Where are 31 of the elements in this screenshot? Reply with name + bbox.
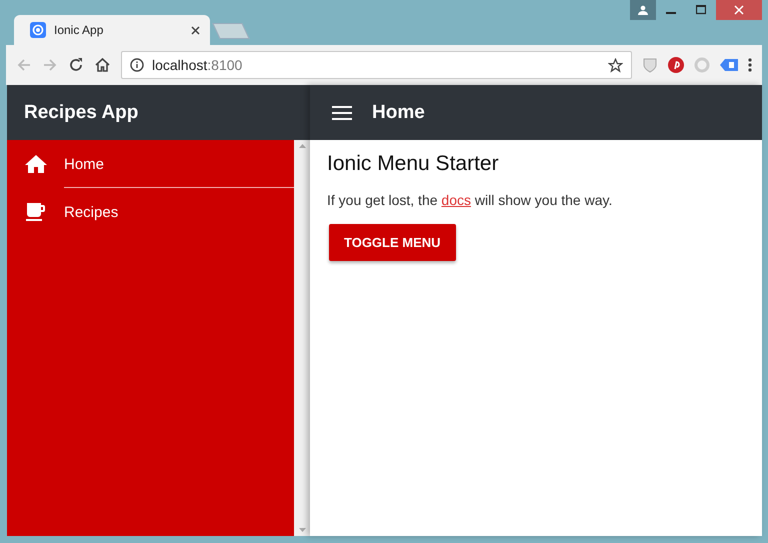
star-icon[interactable] — [608, 58, 623, 72]
close-icon[interactable] — [191, 26, 200, 34]
menu-icon[interactable] — [332, 106, 352, 120]
browser-tab[interactable]: Ionic App — [14, 15, 210, 45]
address-bar[interactable]: localhost:8100 — [121, 51, 632, 79]
url-port: :8100 — [207, 57, 242, 73]
cup-icon — [24, 200, 48, 224]
menu-item[interactable]: Home — [7, 140, 294, 188]
minimize-icon — [666, 12, 676, 14]
info-icon[interactable] — [130, 58, 144, 72]
home-icon — [24, 152, 48, 176]
more-icon[interactable] — [748, 57, 752, 73]
menu-title: Recipes App — [7, 85, 310, 140]
profile-button[interactable] — [630, 0, 656, 20]
maximize-icon — [696, 5, 706, 15]
close-icon — [734, 5, 744, 15]
home-icon[interactable] — [94, 57, 111, 73]
paragraph: If you get lost, the docs will show you the way. — [327, 192, 614, 208]
heading: Ionic Menu Starter — [327, 152, 500, 176]
docs-link[interactable]: docs — [441, 192, 471, 208]
menu-item[interactable]: Recipes — [7, 188, 294, 236]
tab-title: Ionic App — [54, 23, 104, 37]
tag-icon[interactable] — [720, 58, 738, 72]
toggle-menu-button[interactable]: TOGGLE MENU — [329, 224, 456, 261]
close-button[interactable] — [716, 0, 762, 20]
app-logo-icon — [30, 22, 46, 38]
page-title: Home — [372, 102, 425, 124]
reload-icon[interactable] — [68, 57, 84, 73]
url-host: localhost — [152, 57, 208, 73]
pin-icon[interactable] — [668, 57, 684, 73]
person-icon — [638, 5, 648, 15]
